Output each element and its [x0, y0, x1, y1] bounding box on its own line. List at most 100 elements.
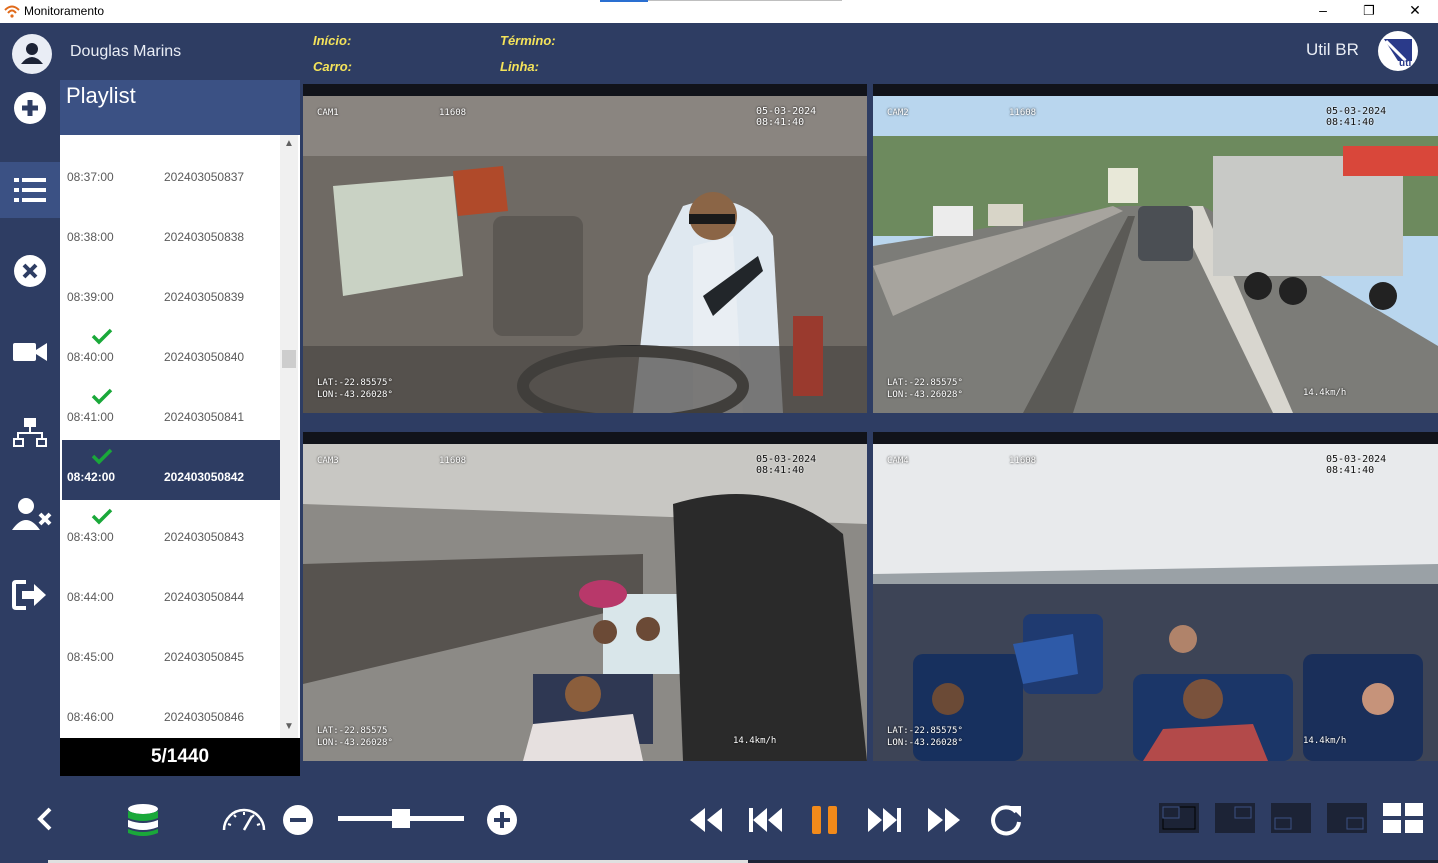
replay-icon[interactable] [988, 802, 1024, 838]
scroll-up-icon[interactable]: ▲ [283, 138, 295, 150]
avatar[interactable] [12, 34, 52, 74]
check-icon [91, 328, 113, 345]
video-camera-icon [13, 343, 47, 361]
playlist-file: 202403050844 [164, 590, 245, 604]
window-title: Monitoramento [24, 4, 105, 18]
playlist-scrollbar[interactable]: ▲ ▼ [280, 135, 298, 738]
sidebar [0, 80, 60, 780]
list-item[interactable]: 08:44:00 202403050844 [62, 560, 280, 620]
logo-text: uti [1399, 58, 1411, 69]
camera-view-2[interactable]: CAM2 11608 05-03-2024 08:41:40 LAT:-22.8… [873, 84, 1438, 413]
close-button[interactable]: ✕ [1392, 0, 1438, 23]
camera-view-3[interactable]: CAM3 11608 05-03-2024 08:41:40 LAT:-22.8… [303, 432, 867, 761]
cam3-image [303, 444, 867, 761]
playlist-time: 08:41:00 [67, 410, 114, 424]
company-logo: uti [1378, 31, 1418, 71]
playlist-time: 08:46:00 [67, 710, 114, 724]
playlist-time: 08:38:00 [67, 230, 114, 244]
title-bar: Monitoramento – ❐ ✕ [0, 0, 1438, 23]
playlist-file: 202403050840 [164, 350, 245, 364]
layout-single-2-icon[interactable] [1214, 802, 1256, 834]
playlist-title: Playlist [66, 83, 136, 108]
skip-previous-icon[interactable] [748, 806, 784, 834]
cam4-lon: LON:-43.26028° [887, 738, 963, 748]
database-icon[interactable] [126, 802, 160, 838]
speed-slider-thumb[interactable] [392, 809, 410, 828]
sidebar-item-add[interactable] [0, 80, 60, 136]
playlist: 08:37:00 202403050837 08:38:00 202403050838… [60, 135, 300, 738]
playlist-time: 08:43:00 [67, 530, 114, 544]
speedometer-icon [222, 808, 266, 831]
cam2-lon: LON:-43.26028° [887, 390, 963, 400]
sidebar-item-playlist[interactable] [0, 162, 60, 218]
camera-view-1[interactable]: CAM1 11608 05-03-2024 08:41:40 LAT:-22.8… [303, 84, 867, 413]
title-accent-line [648, 0, 842, 1]
maximize-button[interactable]: ❐ [1346, 0, 1392, 23]
cam3-datetime: 05-03-2024 08:41:40 [756, 454, 817, 476]
playlist-counter: 5/1440 [60, 738, 300, 776]
close-circle-icon [14, 255, 46, 287]
playlist-time: 08:42:00 [67, 470, 116, 484]
list-item[interactable]: 08:39:00 202403050839 [62, 260, 280, 320]
layout-single-1-icon[interactable] [1158, 802, 1200, 834]
playlist-time: 08:37:00 [67, 170, 114, 184]
playlist-header: Playlist [60, 80, 300, 135]
cam3-id: CAM3 [317, 456, 339, 466]
cam4-speed: 14.4km/h [1303, 736, 1347, 746]
rewind-icon[interactable] [688, 806, 724, 834]
inicio-label: Início: [313, 33, 352, 48]
sidebar-item-network[interactable] [0, 405, 60, 461]
back-chevron-icon[interactable] [34, 806, 56, 832]
skip-next-icon[interactable] [866, 806, 902, 834]
check-icon [91, 388, 113, 405]
playlist-file: 202403050845 [164, 650, 245, 664]
list-item[interactable]: 08:43:00 202403050843 [62, 500, 280, 560]
playlist-file: 202403050846 [164, 710, 245, 724]
cam4-image [873, 444, 1438, 761]
cam2-speed: 14.4km/h [1303, 388, 1347, 398]
speed-slider[interactable] [338, 809, 464, 828]
playlist-time: 08:44:00 [67, 590, 114, 604]
sidebar-item-logout[interactable] [0, 567, 60, 623]
list-item[interactable]: 08:46:00 202403050846 [62, 680, 280, 738]
layout-single-3-icon[interactable] [1270, 802, 1312, 834]
playlist-file: 202403050842 [164, 470, 245, 484]
playlist-file: 202403050843 [164, 530, 245, 544]
playlist-time: 08:39:00 [67, 290, 114, 304]
speed-decrease-button[interactable] [282, 804, 314, 836]
minimize-button[interactable]: – [1300, 0, 1346, 23]
cam1-lon: LON:-43.26028° [317, 390, 393, 400]
playlist-time: 08:40:00 [67, 350, 114, 364]
camera-view-4[interactable]: CAM4 11608 05-03-2024 08:41:40 LAT:-22.8… [873, 432, 1438, 761]
playlist-file: 202403050838 [164, 230, 245, 244]
cam4-datetime: 05-03-2024 08:41:40 [1326, 454, 1387, 476]
list-item[interactable]: 08:40:00 202403050840 [62, 320, 280, 380]
sidebar-item-remove-user[interactable] [0, 486, 60, 542]
scroll-thumb[interactable] [282, 350, 296, 368]
sidebar-item-remove[interactable] [0, 243, 60, 299]
list-item[interactable]: 08:41:00 202403050841 [62, 380, 280, 440]
check-icon [91, 448, 113, 465]
cam3-speed: 14.4km/h [733, 736, 777, 746]
fast-forward-icon[interactable] [926, 806, 962, 834]
title-accent [600, 0, 648, 2]
list-item[interactable]: 08:37:00 202403050837 [62, 140, 280, 200]
cam4-id: CAM4 [887, 456, 909, 466]
cam1-datetime: 05-03-2024 08:41:40 [756, 106, 817, 128]
cam2-car: 11608 [1009, 108, 1037, 118]
list-item[interactable]: 08:45:00 202403050845 [62, 620, 280, 680]
speed-increase-button[interactable] [486, 804, 518, 836]
layout-grid-icon[interactable] [1382, 802, 1424, 834]
cam3-lon: LON:-43.26028° [317, 738, 393, 748]
list-item[interactable]: 08:38:00 202403050838 [62, 200, 280, 260]
cam1-car: 11608 [439, 108, 467, 118]
playlist-file: 202403050839 [164, 290, 245, 304]
cam1-image [303, 96, 867, 413]
carro-label: Carro: [313, 59, 353, 74]
scroll-down-icon[interactable]: ▼ [283, 721, 295, 733]
layout-single-4-icon[interactable] [1326, 802, 1368, 834]
sidebar-item-camera[interactable] [0, 324, 60, 380]
linha-label: Linha: [500, 59, 539, 74]
pause-icon[interactable] [809, 804, 841, 836]
list-item[interactable]: 08:42:00 202403050842 [62, 440, 280, 500]
